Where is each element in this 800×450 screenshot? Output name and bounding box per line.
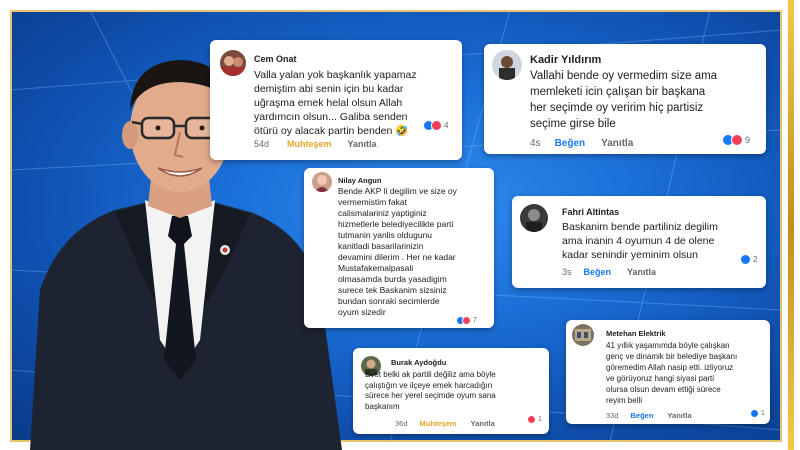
reply-button[interactable]: Yanıtla bbox=[471, 419, 495, 428]
comment-actions: 4s Beğen Yanıtla bbox=[530, 138, 633, 149]
avatar[interactable] bbox=[520, 204, 548, 232]
reaction-summary[interactable]: 4 bbox=[423, 120, 448, 131]
reaction-summary[interactable]: 1 bbox=[750, 409, 765, 418]
comment-time: 3s bbox=[562, 267, 572, 277]
collage-canvas: Cem Onat Valla yalan yok başkanlık yapam… bbox=[0, 0, 800, 450]
reaction-summary[interactable]: 9 bbox=[722, 134, 750, 146]
comment-text: Evet belki ak partili değiliz ama böyle … bbox=[365, 370, 496, 411]
comment-actions: 54d Muhteşem Yanıtla bbox=[254, 139, 377, 149]
reaction-summary[interactable]: 2 bbox=[740, 254, 757, 265]
love-icon bbox=[462, 316, 471, 325]
comment-card: Metehan Elektrik 41 yıllık yaşamımda böy… bbox=[566, 320, 770, 424]
comment-actions: 36d Muhteşem Yanıtla bbox=[395, 419, 495, 428]
avatar[interactable] bbox=[492, 50, 522, 80]
comment-actions: 3s Beğen Yanıtla bbox=[562, 267, 656, 277]
comment-card: Kadir Yıldırım Vallahi bende oy vermedim… bbox=[484, 44, 766, 154]
avatar[interactable] bbox=[572, 324, 594, 346]
comment-text: Bende AKP li degilim ve size oy vermemis… bbox=[338, 186, 457, 317]
comment-author[interactable]: Kadir Yıldırım bbox=[530, 54, 601, 66]
comment-card: Cem Onat Valla yalan yok başkanlık yapam… bbox=[210, 40, 462, 160]
comment-actions: 33d Beğen Yanıtla bbox=[606, 411, 692, 420]
avatar[interactable] bbox=[312, 172, 332, 192]
like-icon bbox=[740, 254, 751, 265]
comment-time: 33d bbox=[606, 411, 619, 420]
comment-card: Fahri Altintas Baskanim bende partiliniz… bbox=[512, 196, 766, 288]
comment-author[interactable]: Metehan Elektrik bbox=[606, 329, 666, 338]
reply-button[interactable]: Yanıtla bbox=[601, 138, 633, 149]
love-icon bbox=[527, 415, 536, 424]
comment-text: Vallahi bende oy vermedim size ama memle… bbox=[530, 70, 718, 130]
comment-author[interactable]: Nilay Angun bbox=[338, 176, 381, 185]
reaction-count: 4 bbox=[444, 121, 449, 130]
comment-time: 36d bbox=[395, 419, 408, 428]
comment-time: 4s bbox=[530, 138, 541, 149]
reaction-count: 7 bbox=[473, 317, 477, 324]
gold-edge-stripe bbox=[788, 0, 794, 450]
comment-author[interactable]: Cem Onat bbox=[254, 54, 297, 64]
comment-author[interactable]: Fahri Altintas bbox=[562, 207, 619, 217]
like-button[interactable]: Beğen bbox=[555, 138, 586, 149]
like-button[interactable]: Beğen bbox=[584, 267, 612, 277]
comment-text: 41 yıllık yaşamımda böyle çalışkan genç … bbox=[606, 341, 738, 405]
react-button[interactable]: Muhteşem bbox=[287, 139, 332, 149]
comment-author[interactable]: Burak Aydoğdu bbox=[391, 358, 446, 367]
like-icon bbox=[750, 409, 759, 418]
comment-card: Burak Aydoğdu Evet belki ak partili deği… bbox=[353, 348, 549, 434]
love-icon bbox=[731, 134, 743, 146]
avatar[interactable] bbox=[220, 50, 246, 76]
comment-time: 54d bbox=[254, 139, 270, 149]
reply-button[interactable]: Yanıtla bbox=[627, 267, 656, 277]
comment-text: Baskanim bende partiliniz degilim ama in… bbox=[562, 221, 718, 261]
reaction-count: 2 bbox=[753, 255, 758, 264]
reaction-count: 9 bbox=[745, 135, 751, 145]
reaction-count: 1 bbox=[538, 416, 542, 423]
reaction-summary[interactable]: 7 bbox=[456, 316, 477, 325]
reply-button[interactable]: Yanıtla bbox=[667, 411, 691, 420]
like-button[interactable]: Beğen bbox=[631, 411, 654, 420]
reaction-summary[interactable]: 1 bbox=[527, 415, 542, 424]
react-button[interactable]: Muhteşem bbox=[420, 419, 457, 428]
love-icon bbox=[431, 120, 442, 131]
reply-button[interactable]: Yanıtla bbox=[348, 139, 377, 149]
comment-card: Nilay Angun Bende AKP li degilim ve size… bbox=[304, 168, 494, 328]
reaction-count: 1 bbox=[761, 410, 765, 417]
